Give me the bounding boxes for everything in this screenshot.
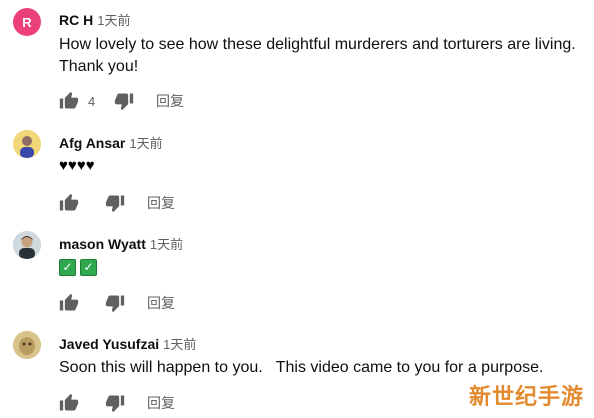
comment-text: ✓✓ ✅✅ — [59, 257, 101, 279]
thumbs-down-icon[interactable] — [114, 91, 134, 111]
avatar-image — [13, 331, 41, 359]
avatar[interactable] — [13, 130, 41, 158]
comment-item: Afg Ansar 1天前 ♥♥♥♥ 回复 — [0, 120, 594, 220]
site-watermark: 新世纪手游 — [468, 385, 584, 410]
thumbs-down-icon[interactable] — [105, 393, 125, 413]
comment-author[interactable]: Javed Yusufzai — [59, 336, 159, 352]
comment-text: ♥♥♥♥ — [59, 157, 95, 174]
avatar-image — [13, 130, 41, 158]
avatar[interactable] — [13, 331, 41, 359]
thumbs-up-icon[interactable] — [59, 393, 79, 413]
comment-header: Javed Yusufzai 1天前 — [59, 334, 196, 353]
avatar[interactable]: R — [13, 8, 41, 36]
comment-text-line: Thank you! — [59, 58, 139, 75]
comment-item: mason Wyatt 1天前 ✓✓ ✅✅ 回复 — [0, 220, 594, 320]
comment-author[interactable]: mason Wyatt — [59, 236, 146, 252]
comment-author[interactable]: RC H — [59, 12, 93, 28]
comment-text: How lovely to see how these delightful m… — [59, 34, 576, 78]
comment-time[interactable]: 1天前 — [150, 234, 183, 253]
avatar-image — [13, 231, 41, 259]
comment-header: Afg Ansar 1天前 — [59, 133, 163, 152]
reply-button[interactable]: 回复 — [147, 193, 175, 213]
comment-header: mason Wyatt 1天前 — [59, 234, 183, 253]
comment-actions: 4 回复 — [59, 91, 184, 111]
comment-text-line: How lovely to see how these delightful m… — [59, 36, 576, 53]
thumbs-down-icon[interactable] — [105, 193, 125, 213]
comment-text-hidden: ✅✅ — [59, 257, 99, 279]
comment-time[interactable]: 1天前 — [97, 10, 130, 29]
comment-time[interactable]: 1天前 — [129, 133, 162, 152]
reply-button[interactable]: 回复 — [156, 91, 184, 111]
avatar-letter: R — [22, 14, 32, 30]
thumbs-up-icon[interactable] — [59, 91, 79, 111]
comment-text: Soon this will happen to you. This video… — [59, 359, 544, 376]
comment-author[interactable]: Afg Ansar — [59, 135, 125, 151]
reply-button[interactable]: 回复 — [147, 293, 175, 313]
comment-item: R RC H 1天前 How lovely to see how these d… — [0, 0, 594, 120]
thumbs-up-icon[interactable] — [59, 193, 79, 213]
comment-actions: 回复 — [59, 393, 175, 413]
comment-actions: 回复 — [59, 193, 175, 213]
comment-header: RC H 1天前 — [59, 10, 130, 29]
like-count: 4 — [88, 93, 96, 109]
avatar[interactable] — [13, 231, 41, 259]
thumbs-down-icon[interactable] — [105, 293, 125, 313]
reply-button[interactable]: 回复 — [147, 393, 175, 413]
comment-actions: 回复 — [59, 293, 175, 313]
comment-time[interactable]: 1天前 — [163, 334, 196, 353]
thumbs-up-icon[interactable] — [59, 293, 79, 313]
